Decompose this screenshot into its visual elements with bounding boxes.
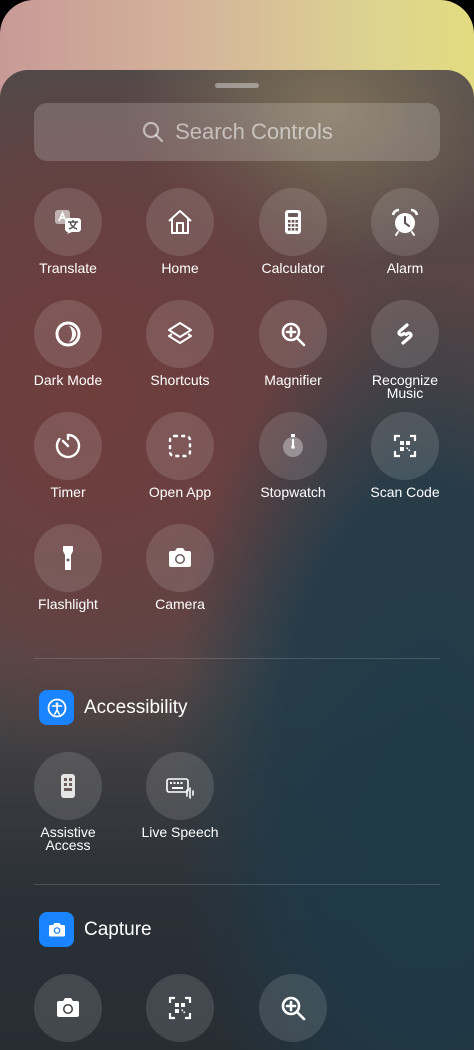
control-recognize-music[interactable]: Recognize Music — [349, 300, 461, 400]
camera-button[interactable] — [146, 524, 214, 592]
control-label: Live Speech — [141, 824, 219, 840]
open-app-icon — [168, 434, 192, 458]
control-home[interactable]: Home — [124, 188, 236, 275]
control-live-speech[interactable]: Live Speech — [124, 752, 236, 839]
magnifier-icon — [281, 322, 306, 347]
translate-button[interactable] — [34, 188, 102, 256]
live-speech-icon — [166, 778, 194, 799]
magnifier-icon — [281, 996, 306, 1021]
search-icon — [143, 121, 164, 143]
control-label: Recognize Music — [371, 372, 439, 401]
control-label: Shortcuts — [150, 372, 210, 388]
section-header-accessibility: Accessibility — [39, 690, 187, 725]
control-magnifier[interactable]: Magnifier — [237, 300, 349, 387]
stopwatch-button[interactable] — [259, 412, 327, 480]
control-label: Open App — [148, 484, 212, 500]
scan-code-icon — [168, 996, 192, 1020]
control-scan-code[interactable]: Scan Code — [349, 412, 461, 499]
control-camera[interactable]: Camera — [124, 524, 236, 611]
alarm-button[interactable] — [371, 188, 439, 256]
control-label: Scan Code — [370, 484, 440, 500]
control-open-app[interactable]: Open App — [124, 412, 236, 499]
control-label: Calculator — [261, 260, 325, 276]
home-button[interactable] — [146, 188, 214, 256]
scan-code-button[interactable] — [371, 412, 439, 480]
open-app-button[interactable] — [146, 412, 214, 480]
section-title: Accessibility — [84, 696, 188, 718]
control-label: Timer — [50, 484, 86, 500]
dark-mode-button[interactable] — [34, 300, 102, 368]
controls-gallery-sheet: Search Controls Translate Home Calculato… — [0, 70, 474, 1050]
accessibility-icon — [47, 698, 66, 717]
magnifier-button[interactable] — [259, 974, 327, 1042]
control-label: Home — [161, 260, 199, 276]
control-label: Assistive Access — [40, 824, 96, 853]
alarm-icon — [391, 208, 419, 236]
control-stopwatch[interactable]: Stopwatch — [237, 412, 349, 499]
section-title: Capture — [84, 918, 152, 940]
control-label: Alarm — [386, 260, 424, 276]
live-speech-button[interactable] — [146, 752, 214, 820]
recognize-music-button[interactable] — [371, 300, 439, 368]
control-shortcuts[interactable]: Shortcuts — [124, 300, 236, 387]
accessibility-section-badge — [39, 690, 74, 725]
control-capture-camera[interactable] — [12, 974, 124, 1042]
timer-button[interactable] — [34, 412, 102, 480]
control-flashlight[interactable]: Flashlight — [12, 524, 124, 611]
control-dark-mode[interactable]: Dark Mode — [12, 300, 124, 387]
control-capture-magnifier[interactable] — [237, 974, 349, 1042]
shortcuts-button[interactable] — [146, 300, 214, 368]
control-calculator[interactable]: Calculator — [237, 188, 349, 275]
timer-icon — [55, 433, 81, 459]
calculator-icon — [285, 210, 301, 234]
section-divider — [34, 658, 440, 659]
control-translate[interactable]: Translate — [12, 188, 124, 275]
camera-icon — [48, 922, 65, 936]
camera-icon — [57, 998, 79, 1017]
control-label: Dark Mode — [33, 372, 103, 388]
capture-section-badge — [39, 912, 74, 947]
home-icon — [168, 210, 192, 234]
control-label: Stopwatch — [260, 484, 326, 500]
translate-icon — [55, 210, 81, 234]
sheet-grabber[interactable] — [215, 83, 259, 88]
calculator-button[interactable] — [259, 188, 327, 256]
control-label: Translate — [39, 260, 97, 276]
camera-icon — [169, 548, 191, 567]
magnifier-button[interactable] — [259, 300, 327, 368]
control-label: Flashlight — [38, 596, 98, 612]
shortcuts-icon — [168, 322, 192, 344]
flashlight-icon — [63, 546, 73, 570]
camera-button[interactable] — [34, 974, 102, 1042]
search-controls-field[interactable]: Search Controls — [34, 103, 440, 161]
control-assistive-access[interactable]: Assistive Access — [12, 752, 124, 852]
control-capture-scan-code[interactable] — [124, 974, 236, 1042]
shazam-icon — [397, 323, 413, 345]
scan-code-icon — [393, 434, 417, 458]
stopwatch-icon — [283, 434, 303, 457]
flashlight-button[interactable] — [34, 524, 102, 592]
section-divider — [34, 884, 440, 885]
section-header-capture: Capture — [39, 912, 152, 947]
dark-mode-icon — [55, 321, 81, 347]
scan-code-button[interactable] — [146, 974, 214, 1042]
assistive-access-icon — [61, 774, 75, 798]
assistive-access-button[interactable] — [34, 752, 102, 820]
control-label: Magnifier — [264, 372, 322, 388]
control-label: Camera — [155, 596, 205, 612]
control-alarm[interactable]: Alarm — [349, 188, 461, 275]
control-timer[interactable]: Timer — [12, 412, 124, 499]
search-placeholder: Search Controls — [175, 119, 333, 144]
